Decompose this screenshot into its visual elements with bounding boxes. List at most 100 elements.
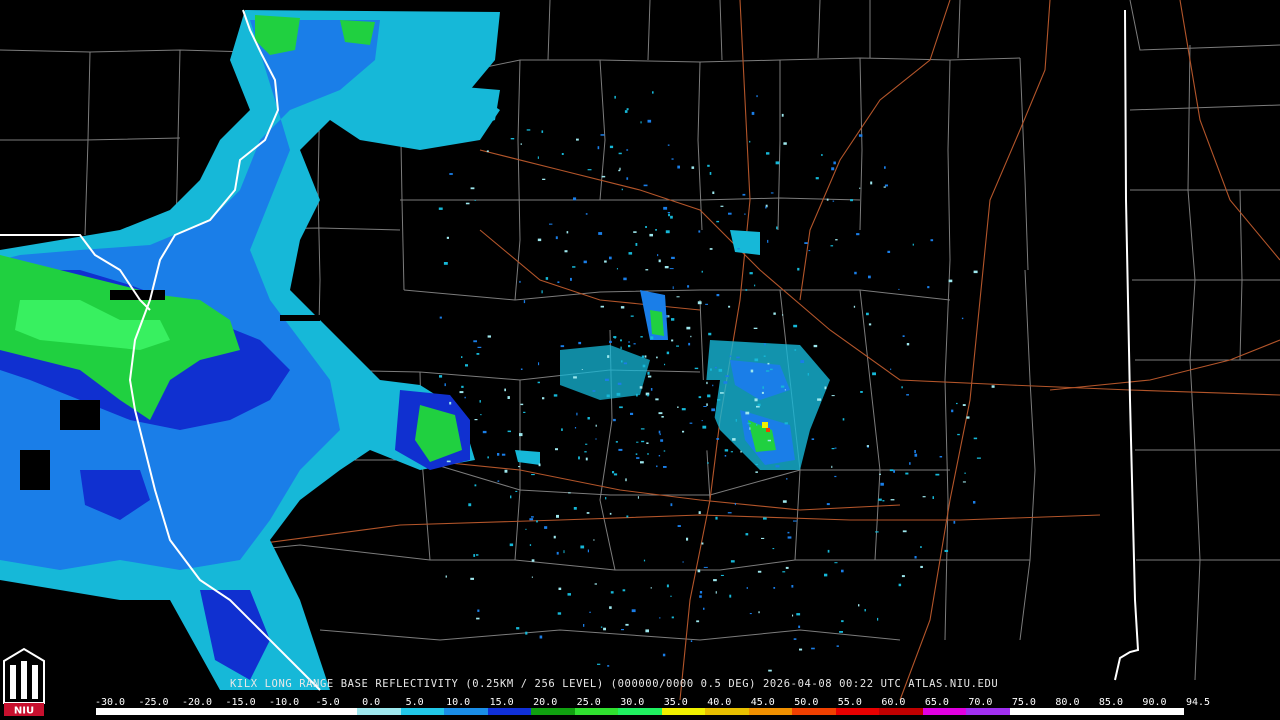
radar-speck (477, 609, 480, 612)
radar-speck (670, 595, 672, 597)
radar-speck (564, 250, 568, 253)
radar-speck (553, 394, 558, 397)
radar-speck (878, 498, 882, 501)
radar-speck (618, 448, 623, 451)
radar-speck (609, 145, 614, 149)
radar-speck (761, 537, 765, 539)
radar-speck (706, 403, 708, 406)
radar-speck (670, 503, 673, 507)
radar-speck (670, 215, 673, 219)
radar-speck (658, 412, 663, 415)
radar-speck (667, 212, 671, 213)
radar-speck (468, 503, 472, 507)
radar-speck (901, 575, 905, 578)
radar-speck (709, 248, 713, 250)
radar-speck (672, 286, 674, 290)
radar-speck (764, 343, 766, 346)
radar-speck (787, 531, 790, 534)
radar-speck (553, 535, 556, 539)
radar-speck (555, 236, 558, 240)
radar-speck (474, 199, 476, 201)
radar-speck (613, 473, 618, 476)
radar-speck (772, 548, 775, 550)
radar-speck (698, 511, 701, 514)
radar-speck (507, 430, 511, 433)
radar-speck (597, 146, 600, 150)
radar-speck (920, 546, 922, 548)
radar-speck (831, 167, 835, 171)
radar-speck (858, 604, 860, 607)
radar-speck (630, 412, 634, 415)
radar-speck (660, 439, 664, 442)
radar-speck (647, 375, 652, 378)
radar-speck (439, 316, 442, 319)
radar-speck (643, 559, 646, 562)
radar-speck (912, 243, 914, 246)
radar-speck (746, 587, 748, 589)
radar-speck (626, 108, 629, 111)
radar-speck (905, 472, 909, 475)
radar-speck (470, 577, 474, 580)
radar-speck (715, 591, 717, 594)
radar-speck (724, 449, 729, 452)
radar-speck (647, 371, 650, 375)
radar-speck (824, 386, 827, 390)
colorbar-tick-label: -5.0 (315, 697, 340, 708)
radar-speck (686, 537, 689, 541)
radar-speck (882, 500, 885, 502)
radar-speck (948, 279, 953, 283)
radar-speck (671, 318, 675, 321)
radar-speck (598, 232, 603, 235)
radar-speck (587, 417, 590, 420)
radar-speck (703, 406, 707, 407)
colorbar-segment (705, 708, 749, 715)
radar-speck (706, 381, 708, 385)
radar-speck (640, 461, 644, 464)
radar-speck (444, 383, 446, 387)
radar-speck (609, 512, 612, 515)
radar-speck (856, 233, 860, 236)
radar-speck (659, 617, 661, 619)
radar-speck (811, 438, 815, 440)
radar-speck (595, 438, 597, 440)
radar-speck (482, 430, 487, 434)
radar-speck (525, 528, 527, 530)
radar-speck (798, 625, 801, 628)
radar-speck (884, 184, 888, 187)
colorbar-segment (357, 708, 401, 715)
colorbar-tick-label: -15.0 (225, 697, 256, 708)
radar-speck (902, 335, 905, 337)
radar-speck (560, 345, 565, 348)
radar-speck (729, 594, 732, 598)
radar-speck (641, 355, 645, 358)
radar-speck (667, 144, 670, 146)
radar-speck (626, 149, 629, 151)
radar-speck (709, 172, 712, 175)
radar-speck (578, 341, 582, 345)
radar-speck (745, 533, 749, 536)
radar-speck (800, 360, 805, 363)
radar-speck (620, 339, 622, 342)
colorbar-tick-label: -30.0 (94, 697, 126, 708)
radar-speck (831, 448, 835, 450)
colorbar-tick-label: -25.0 (138, 697, 169, 708)
radar-speck (647, 453, 649, 455)
colorbar-segment (879, 708, 923, 715)
radar-speck (487, 456, 489, 459)
radar-speck (473, 554, 476, 557)
product-caption: KILX LONG RANGE BASE REFLECTIVITY (0.25K… (230, 678, 999, 690)
radar-speck (853, 305, 856, 308)
radar-speck (557, 612, 562, 615)
radar-speck (951, 409, 954, 413)
radar-speck (563, 550, 565, 554)
radar-speck (671, 158, 674, 160)
radar-speck (976, 457, 981, 459)
radar-speck (635, 243, 638, 246)
radar-speck (953, 520, 956, 524)
radar-speck (807, 373, 809, 376)
radar-speck (661, 416, 664, 418)
radar-speck (758, 611, 760, 614)
radar-speck (707, 394, 711, 398)
radar-speck (799, 648, 803, 651)
radar-speck (791, 585, 794, 588)
